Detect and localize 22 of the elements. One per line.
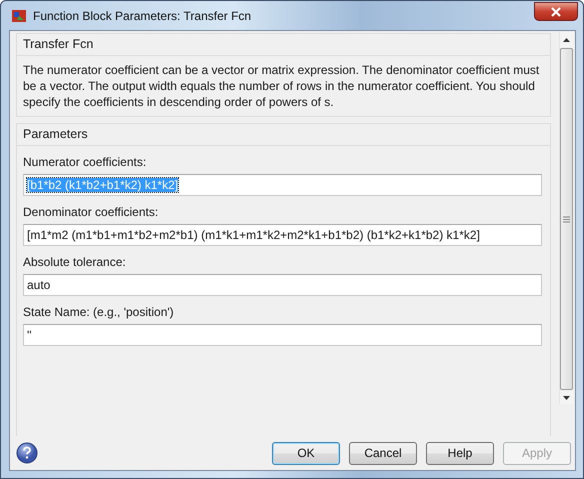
input-field[interactable]: auto bbox=[23, 274, 542, 296]
close-button[interactable] bbox=[534, 2, 578, 21]
group-heading: Parameters bbox=[17, 124, 550, 146]
close-icon[interactable] bbox=[550, 6, 562, 16]
description-text: The numerator coefficient can be a vector or matrix expression. The denominator coefficient must be a vector. The output width equals the number of rows in the numerator coefficient. You should specify the coefficients in descending order of powers of s. bbox=[22, 62, 540, 111]
dialog-button[interactable]: Cancel bbox=[349, 442, 417, 464]
app-icon bbox=[11, 8, 27, 24]
field-label: Numerator coefficients: bbox=[23, 155, 148, 169]
dialog-button[interactable]: OK bbox=[272, 442, 340, 464]
scroll-up-icon[interactable] bbox=[563, 38, 570, 42]
field-label: Denominator coefficients: bbox=[23, 205, 160, 219]
input-field[interactable]: [m1*m2 (m1*b1+m1*b2+m2*b1) (m1*k1+m1*k2+m2*k1+b1*b2) (b1*k2+k1*b2) k1*k2] bbox=[23, 224, 542, 246]
help-icon[interactable] bbox=[16, 442, 38, 464]
group-heading: Transfer Fcn bbox=[17, 34, 550, 56]
dialog-button[interactable]: Help bbox=[426, 442, 494, 464]
window-title: Function Block Parameters: Transfer Fcn bbox=[33, 8, 252, 22]
input-field[interactable]: '' bbox=[23, 324, 542, 346]
scrollbar[interactable] bbox=[559, 32, 573, 404]
field-label: State Name: (e.g., 'position') bbox=[23, 305, 175, 319]
grip-icon bbox=[563, 216, 570, 222]
field-label: Absolute tolerance: bbox=[23, 255, 127, 269]
scroll-down-icon[interactable] bbox=[563, 396, 570, 400]
